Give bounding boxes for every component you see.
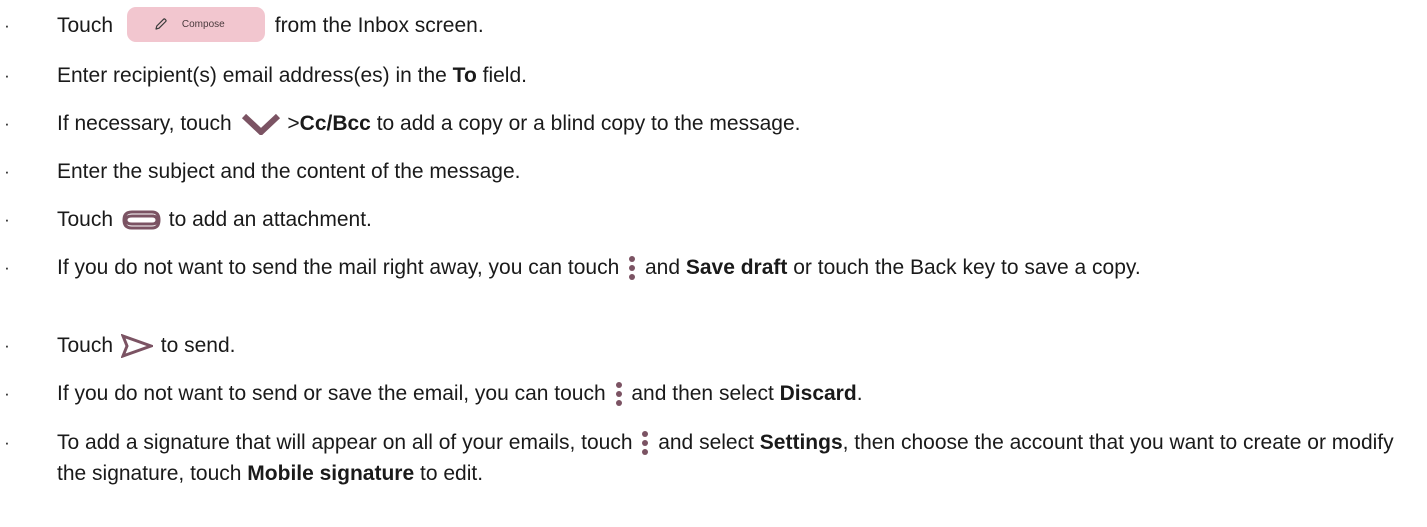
bullet: ·: [4, 66, 10, 85]
bullet: ·: [4, 433, 10, 452]
send-icon: [120, 334, 153, 359]
compose-button[interactable]: Compose: [126, 6, 265, 42]
item-text: Touch to send.: [57, 334, 236, 359]
bullet: ·: [4, 210, 10, 229]
pencil-icon: [155, 18, 167, 31]
compose-label: Compose: [181, 18, 225, 30]
instruction-list: · Touch Compose from the Inbox screen. ·…: [0, 0, 1427, 527]
bullet: ·: [4, 336, 10, 355]
item-text: To add a signature that will appear on a…: [57, 431, 1394, 485]
bullet: ·: [4, 162, 10, 181]
bullet: ·: [4, 258, 10, 277]
item-text: Touch to add an attachment.: [57, 208, 372, 231]
bullet: ·: [4, 114, 10, 133]
item-text: If you do not want to send the mail righ…: [57, 252, 1411, 283]
more-vert-icon: [642, 431, 649, 456]
more-vert-icon: [629, 256, 636, 281]
item-text: Enter the subject and the content of the…: [57, 160, 521, 183]
item-text: Touch Compose from the Inbox screen.: [57, 6, 1411, 42]
item-text: Enter recipient(s) email address(es) in …: [57, 64, 527, 87]
paperclip-icon: [122, 210, 161, 230]
chevron-down-icon: [241, 114, 280, 136]
more-vert-icon: [615, 382, 622, 407]
item-text: If necessary, touch >Cc/Bcc to add a cop…: [57, 112, 801, 136]
bullet: ·: [4, 384, 10, 403]
bullet: ·: [4, 16, 10, 35]
item-text: If you do not want to send or save the e…: [57, 378, 1411, 409]
